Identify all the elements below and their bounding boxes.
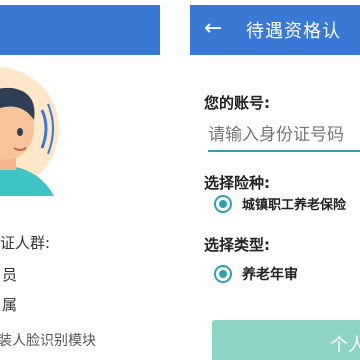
left-header-bar <box>0 5 160 55</box>
back-arrow-icon[interactable]: ← <box>204 15 222 43</box>
type-label: 选择类型: <box>204 236 270 254</box>
page-title: 待遇资格认 <box>246 21 341 42</box>
left-screen-panel: 证人群: 员 属 装人脸识别模块 <box>0 0 160 360</box>
app-bar: ← 待遇资格认 <box>190 5 360 55</box>
face-avatar-icon <box>0 62 64 196</box>
insurance-label: 选择险种: <box>204 174 270 192</box>
submit-button[interactable]: 个人 <box>212 320 360 360</box>
right-screen-panel: ← 待遇资格认 您的账号: 选择险种: 城镇职工养老保险 选择类型: 养老年审 … <box>190 0 360 360</box>
type-radio-option[interactable]: 养老年审 <box>214 264 298 284</box>
radio-selected-icon[interactable] <box>214 265 232 283</box>
type-option-label: 养老年审 <box>242 267 298 283</box>
account-label: 您的账号: <box>204 94 270 112</box>
insurance-option-label: 城镇职工养老保险 <box>242 198 347 213</box>
insurance-radio-option[interactable]: 城镇职工养老保险 <box>214 194 346 213</box>
cert-group-title: 证人群: <box>0 234 51 252</box>
cert-option-2[interactable]: 属 <box>2 294 17 315</box>
id-number-input[interactable] <box>208 120 360 152</box>
install-face-module-hint: 装人脸识别模块 <box>0 333 96 349</box>
cert-option-1[interactable]: 员 <box>2 264 17 285</box>
radio-selected-icon[interactable] <box>214 194 232 213</box>
